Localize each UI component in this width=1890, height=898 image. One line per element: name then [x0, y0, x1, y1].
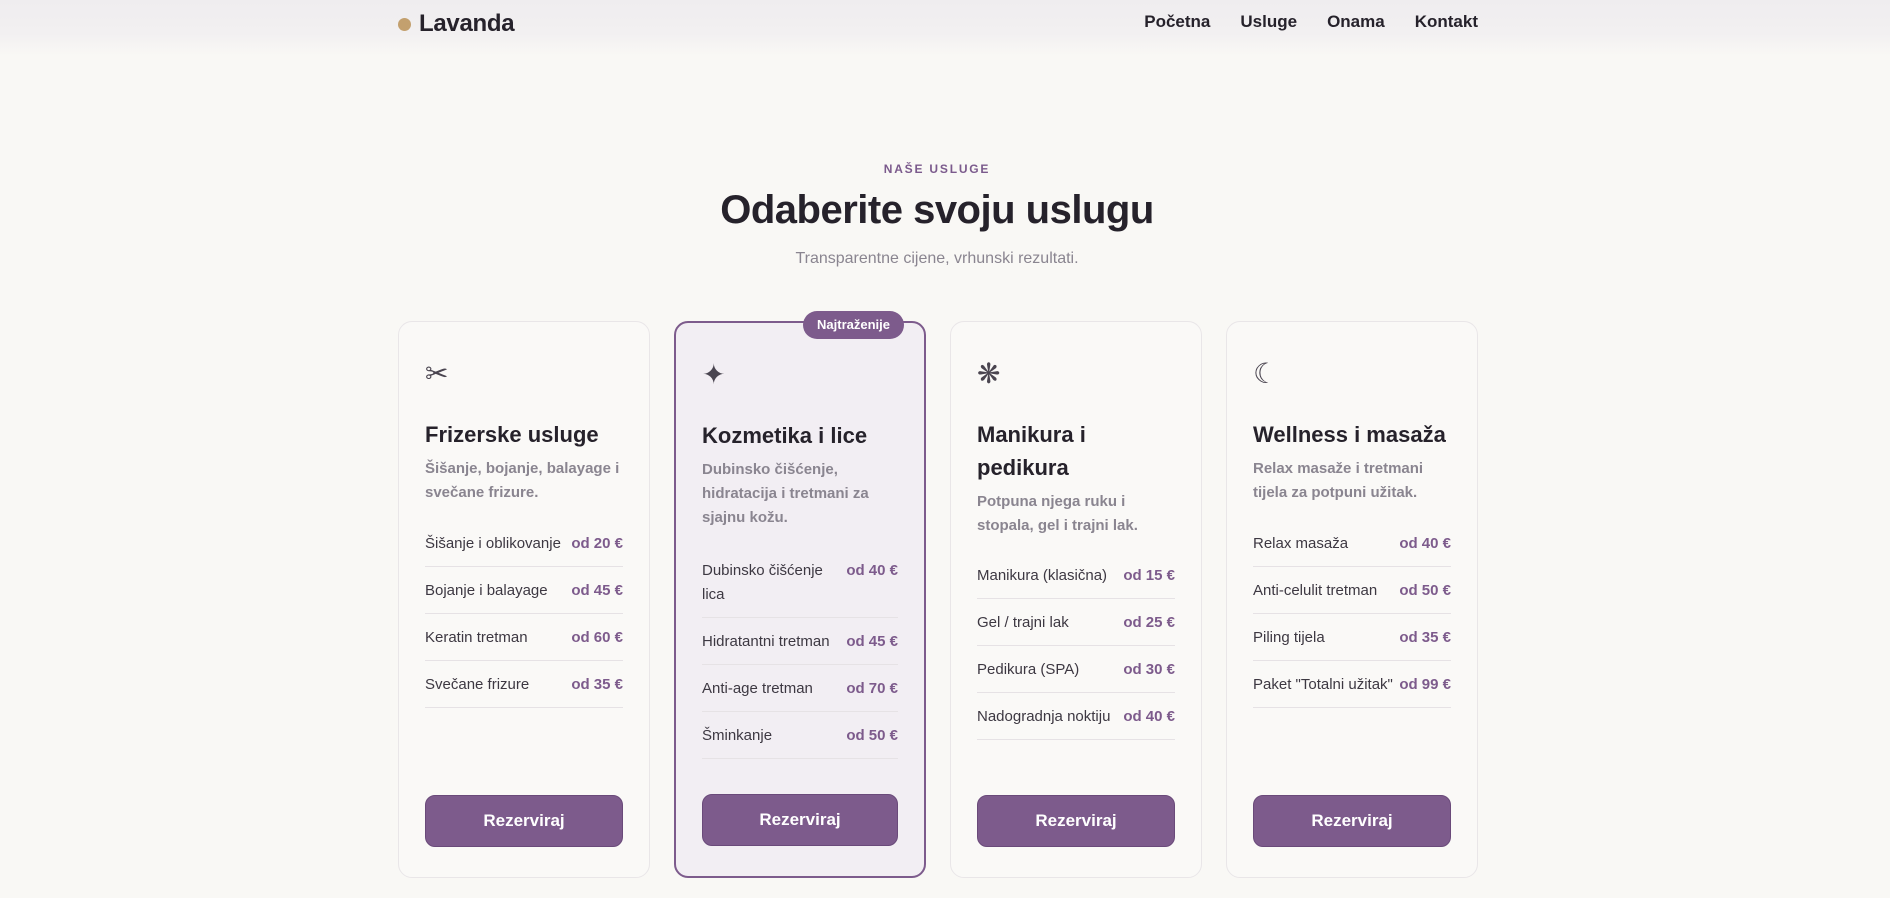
service-card: ☾ Wellness i masaža Relax masaže i tretman…	[1226, 321, 1478, 878]
card-content: ❋ Manikura i pedikura Potpuna njega ruku i…	[977, 322, 1175, 877]
card-title: Manikura i pedikura	[977, 422, 1086, 480]
card-header: Frizerske usluge Šišanje, bojanje, balaya…	[425, 418, 623, 505]
price-row: Svečane frizure od 35 €	[425, 661, 623, 708]
book-button[interactable]: Rezerviraj	[425, 795, 623, 847]
service-card: Najtraženije ✦ Kozmetika i lice Dubinsko či…	[674, 311, 926, 878]
brand-logo[interactable]: Lavanda	[398, 10, 515, 38]
brand-dot-icon	[398, 17, 411, 31]
section-subtitle: Transparentne cijene, vrhunski rezultati…	[795, 250, 1079, 267]
service-name: Manikura (klasična)	[977, 567, 1108, 584]
service-price: od 50 €	[846, 727, 898, 744]
price-list: Dubinsko čišćenje lica od 40 € Hidratantni…	[702, 547, 898, 759]
section-eyebrow: NAŠE USLUGE	[883, 162, 991, 176]
card-content: ✦ Kozmetika i lice Dubinsko čišćenje, hidr…	[702, 323, 898, 876]
brand-name: Lavanda	[419, 10, 515, 37]
price-list: Relax masaža od 40 € Anti-celulit tretman o…	[1253, 520, 1451, 708]
card-content: ☾ Wellness i masaža Relax masaže i tretman…	[1253, 322, 1451, 877]
price-row: Keratin tretman od 60 €	[425, 614, 623, 661]
nav-link-onama[interactable]: Onama	[1327, 12, 1385, 32]
service-price: od 30 €	[1123, 661, 1175, 678]
service-name: Svečane frizure	[425, 676, 530, 693]
service-price: od 25 €	[1123, 614, 1175, 631]
card-header: Kozmetika i lice Dubinsko čišćenje, hidra…	[702, 419, 898, 530]
service-name: Pedikura (SPA)	[977, 661, 1080, 678]
price-row: Anti-celulit tretman od 50 €	[1253, 567, 1451, 614]
card-description: Relax masaže i tretmani tijela za potpun…	[1253, 460, 1424, 501]
service-name: Relax masaža	[1253, 535, 1349, 552]
service-card: ✂ Frizerske usluge Šišanje, bojanje, balay…	[398, 321, 650, 878]
card-description: Potpuna njega ruku i stopala, gel i traj…	[977, 493, 1138, 534]
card-header: Wellness i masaža Relax masaže i tretmani…	[1253, 418, 1451, 505]
book-button[interactable]: Rezerviraj	[702, 794, 898, 846]
price-list: Manikura (klasična) od 15 € Gel / trajni l…	[977, 552, 1175, 740]
service-name: Šminkanje	[702, 727, 773, 744]
card-description: Šišanje, bojanje, balayage i svečane fri…	[425, 460, 620, 501]
book-button[interactable]: Rezerviraj	[1253, 795, 1451, 847]
price-row: Manikura (klasična) od 15 €	[977, 552, 1175, 599]
service-price: od 45 €	[846, 633, 898, 650]
price-row: Bojanje i balayage od 45 €	[425, 567, 623, 614]
service-name: Anti-age tretman	[702, 680, 813, 697]
service-price: od 35 €	[1399, 629, 1451, 646]
service-price: od 99 €	[1399, 676, 1451, 693]
card-content: ✂ Frizerske usluge Šišanje, bojanje, balay…	[425, 322, 623, 877]
moon-icon: ☾	[1253, 358, 1279, 389]
service-name: Hidratantni tretman	[702, 633, 830, 650]
book-button[interactable]: Rezerviraj	[977, 795, 1175, 847]
price-row: Pedikura (SPA) od 30 €	[977, 646, 1175, 693]
card-title: Wellness i masaža	[1253, 422, 1446, 447]
service-name: Anti-celulit tretman	[1253, 582, 1378, 599]
top-navbar: Lavanda Početna Usluge Onama Kontakt	[0, 0, 1890, 56]
price-row: Šišanje i oblikovanje od 20 €	[425, 520, 623, 567]
service-card: ❋ Manikura i pedikura Potpuna njega ruku i…	[950, 321, 1202, 878]
service-name: Piling tijela	[1253, 629, 1325, 646]
nav-link-pocetna[interactable]: Početna	[1144, 12, 1210, 32]
service-name: Keratin tretman	[425, 629, 528, 646]
price-row: Šminkanje od 50 €	[702, 712, 898, 759]
price-row: Piling tijela od 35 €	[1253, 614, 1451, 661]
main-nav: Početna Usluge Onama Kontakt	[1144, 12, 1478, 32]
service-price: od 60 €	[571, 629, 623, 646]
price-row: Gel / trajni lak od 25 €	[977, 599, 1175, 646]
price-row: Dubinsko čišćenje lica od 40 €	[702, 547, 898, 618]
service-price: od 40 €	[1123, 708, 1175, 725]
service-price: od 40 €	[846, 562, 898, 579]
card-header: Manikura i pedikura Potpuna njega ruku i …	[977, 418, 1175, 538]
service-name: Šišanje i oblikovanje	[425, 535, 561, 552]
service-price: od 50 €	[1399, 582, 1451, 599]
section-title: Odaberite svoju uslugu	[720, 188, 1154, 232]
card-title: Kozmetika i lice	[702, 423, 868, 448]
nav-link-usluge[interactable]: Usluge	[1240, 12, 1297, 32]
service-name: Dubinsko čišćenje lica	[702, 562, 823, 603]
price-row: Nadogradnja noktiju od 40 €	[977, 693, 1175, 740]
scissors-icon: ✂	[425, 358, 449, 389]
nav-link-kontakt[interactable]: Kontakt	[1415, 12, 1478, 32]
price-row: Anti-age tretman od 70 €	[702, 665, 898, 712]
service-name: Gel / trajni lak	[977, 614, 1069, 631]
service-price: od 70 €	[846, 680, 898, 697]
card-description: Dubinsko čišćenje, hidratacija i tretman…	[702, 461, 869, 526]
service-price: od 15 €	[1123, 567, 1175, 584]
service-price: od 35 €	[571, 676, 623, 693]
service-price: od 40 €	[1399, 535, 1451, 552]
card-title: Frizerske usluge	[425, 422, 599, 447]
price-row: Relax masaža od 40 €	[1253, 520, 1451, 567]
service-name: Paket "Totalni užitak"	[1253, 676, 1393, 693]
service-name: Bojanje i balayage	[425, 582, 548, 599]
service-price: od 45 €	[571, 582, 623, 599]
price-row: Hidratantni tretman od 45 €	[702, 618, 898, 665]
service-name: Nadogradnja noktiju	[977, 708, 1111, 725]
price-row: Paket "Totalni užitak" od 99 €	[1253, 661, 1451, 708]
price-list: Šišanje i oblikovanje od 20 € Bojanje i ba…	[425, 520, 623, 708]
service-price: od 20 €	[571, 535, 623, 552]
flower-icon: ❋	[977, 358, 1001, 389]
sparkle-icon: ✦	[702, 359, 726, 390]
